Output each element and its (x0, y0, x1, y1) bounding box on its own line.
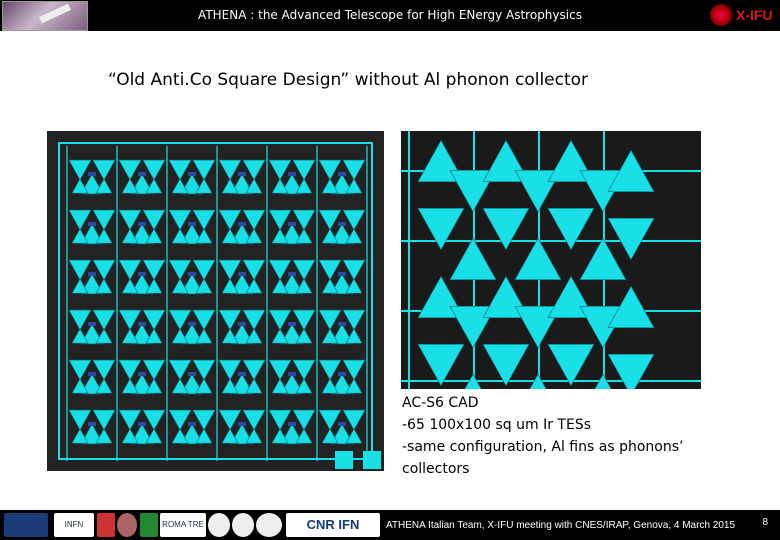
caption-line: collectors (402, 461, 470, 477)
university-crest-icon (97, 513, 115, 537)
roma-tre-logo: ROMA TRE (160, 513, 206, 537)
xifu-logo: X-IFU (708, 4, 774, 28)
university-shield-icon (140, 513, 158, 537)
cad-caption: AC-S6 CAD -65 100x100 sq um Ir TESs -sam… (402, 392, 683, 480)
university-seal-icon (256, 513, 282, 537)
footer-text: ATHENA Italian Team, X-IFU meeting with … (386, 520, 736, 531)
xifu-emblem-icon (710, 4, 732, 26)
slide-subtitle: “Old Anti.Co Square Design” without Al p… (108, 70, 589, 90)
university-seal-icon (232, 513, 254, 537)
infn-logo: INFN (54, 513, 94, 537)
asi-logo (4, 513, 48, 537)
cad-detail-image (401, 131, 701, 389)
header-title: ATHENA : the Advanced Telescope for High… (198, 8, 582, 22)
university-seal-icon (117, 513, 137, 537)
cnr-ifn-logo: CNR IFN (286, 513, 380, 537)
caption-line: AC-S6 CAD (402, 395, 479, 411)
university-seal-icon (208, 513, 230, 537)
page-number: 8 (762, 517, 768, 528)
cad-square-array-image (47, 131, 384, 471)
caption-line: -same configuration, Al fins as phonons’ (402, 439, 684, 455)
xifu-logo-text: X-IFU (736, 7, 773, 23)
caption-line: -65 100x100 sq um Ir TESs (402, 417, 591, 433)
